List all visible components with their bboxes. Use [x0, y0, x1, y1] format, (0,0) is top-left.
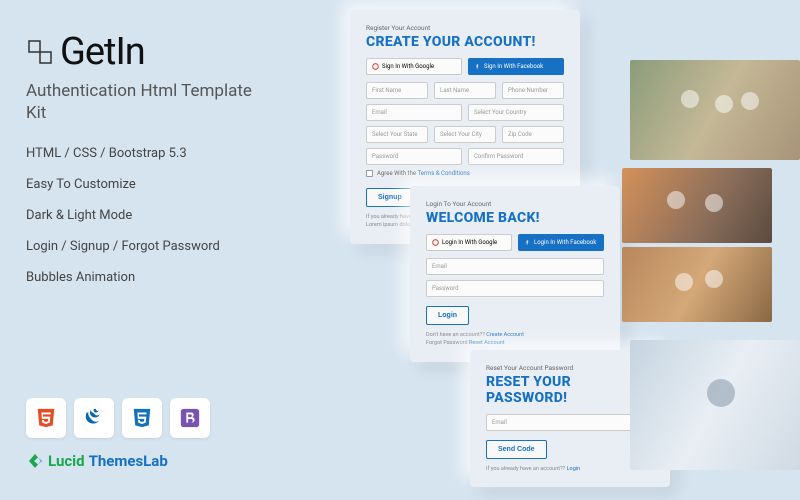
feature-list: HTML / CSS / Bootstrap 5.3 Easy To Custo…	[26, 146, 254, 285]
zip-input[interactable]: Zip Code	[502, 126, 564, 143]
brand-name: GetIn	[60, 30, 145, 74]
login-google-button[interactable]: Login In With Google	[426, 234, 512, 251]
state-select[interactable]: Select Your State	[366, 126, 428, 143]
bootstrap-icon	[170, 398, 210, 438]
hero-photo-3	[630, 340, 800, 470]
login-pre: Login To Your Account	[426, 200, 604, 208]
login-button[interactable]: Login	[426, 306, 469, 325]
signup-facebook-button[interactable]: Sign In With Facebook	[468, 58, 564, 75]
reset-account-link[interactable]: Reset Account	[469, 340, 505, 346]
reset-title: RESET YOUR PASSWORD!	[486, 374, 654, 406]
country-select[interactable]: Select Your Country	[468, 104, 564, 121]
reset-login-link[interactable]: Login	[567, 466, 581, 472]
feature-item: Bubbles Animation	[26, 270, 254, 285]
first-name-input[interactable]: First Name	[366, 82, 428, 99]
feature-item: HTML / CSS / Bootstrap 5.3	[26, 146, 254, 161]
login-facebook-button[interactable]: Login In With Facebook	[518, 234, 604, 251]
confirm-password-input[interactable]: Confirm Password	[468, 148, 564, 165]
vendor-logo: Lucid ThemesLab	[26, 452, 254, 470]
html5-icon	[26, 398, 66, 438]
vendor-mark-icon	[26, 452, 44, 470]
login-fine: Don't have an account?? Create Account F…	[426, 331, 604, 348]
create-account-link[interactable]: Create Account	[486, 332, 524, 338]
signup-title: CREATE YOUR ACCOUNT!	[366, 34, 564, 50]
vendor-word-2: ThemesLab	[89, 452, 168, 470]
feature-item: Login / Signup / Forgot Password	[26, 239, 254, 254]
signup-button[interactable]: Signup	[366, 188, 414, 207]
login-password-input[interactable]: Password	[426, 280, 604, 297]
login-email-input[interactable]: Email	[426, 258, 604, 275]
feature-item: Dark & Light Mode	[26, 208, 254, 223]
phone-input[interactable]: Phone Number	[502, 82, 564, 99]
hero-photo-2	[622, 168, 772, 323]
subtitle: Authentication Html Template Kit	[26, 80, 254, 124]
last-name-input[interactable]: Last Name	[434, 82, 496, 99]
terms-checkbox[interactable]	[366, 170, 373, 177]
login-card: Login To Your Account WELCOME BACK! Logi…	[410, 186, 620, 362]
css3-icon	[122, 398, 162, 438]
jquery-icon	[74, 398, 114, 438]
vendor-word-1: Lucid	[48, 452, 85, 470]
brand-row: GetIn	[26, 30, 254, 74]
feature-item: Easy To Customize	[26, 177, 254, 192]
right-panel: Register Your Account CREATE YOUR ACCOUN…	[280, 0, 800, 500]
reset-fine: If you already have an account?? Login	[486, 465, 654, 473]
password-input[interactable]: Password	[366, 148, 462, 165]
tech-badges	[26, 398, 254, 438]
city-select[interactable]: Select Your City	[434, 126, 496, 143]
left-panel: GetIn Authentication Html Template Kit H…	[0, 0, 280, 500]
reset-email-input[interactable]: Email	[486, 414, 654, 431]
login-title: WELCOME BACK!	[426, 210, 604, 226]
terms-label: Agree With the Terms & Conditions	[377, 170, 470, 177]
send-code-button[interactable]: Send Code	[486, 440, 547, 459]
signup-pre: Register Your Account	[366, 24, 564, 32]
brand-logo-icon	[26, 38, 54, 66]
reset-pre: Reset Your Account Password	[486, 364, 654, 372]
email-input[interactable]: Email	[366, 104, 462, 121]
signup-google-button[interactable]: Sign In With Google	[366, 58, 462, 75]
terms-link[interactable]: Terms & Conditions	[417, 170, 469, 177]
hero-photo-1	[630, 60, 800, 160]
